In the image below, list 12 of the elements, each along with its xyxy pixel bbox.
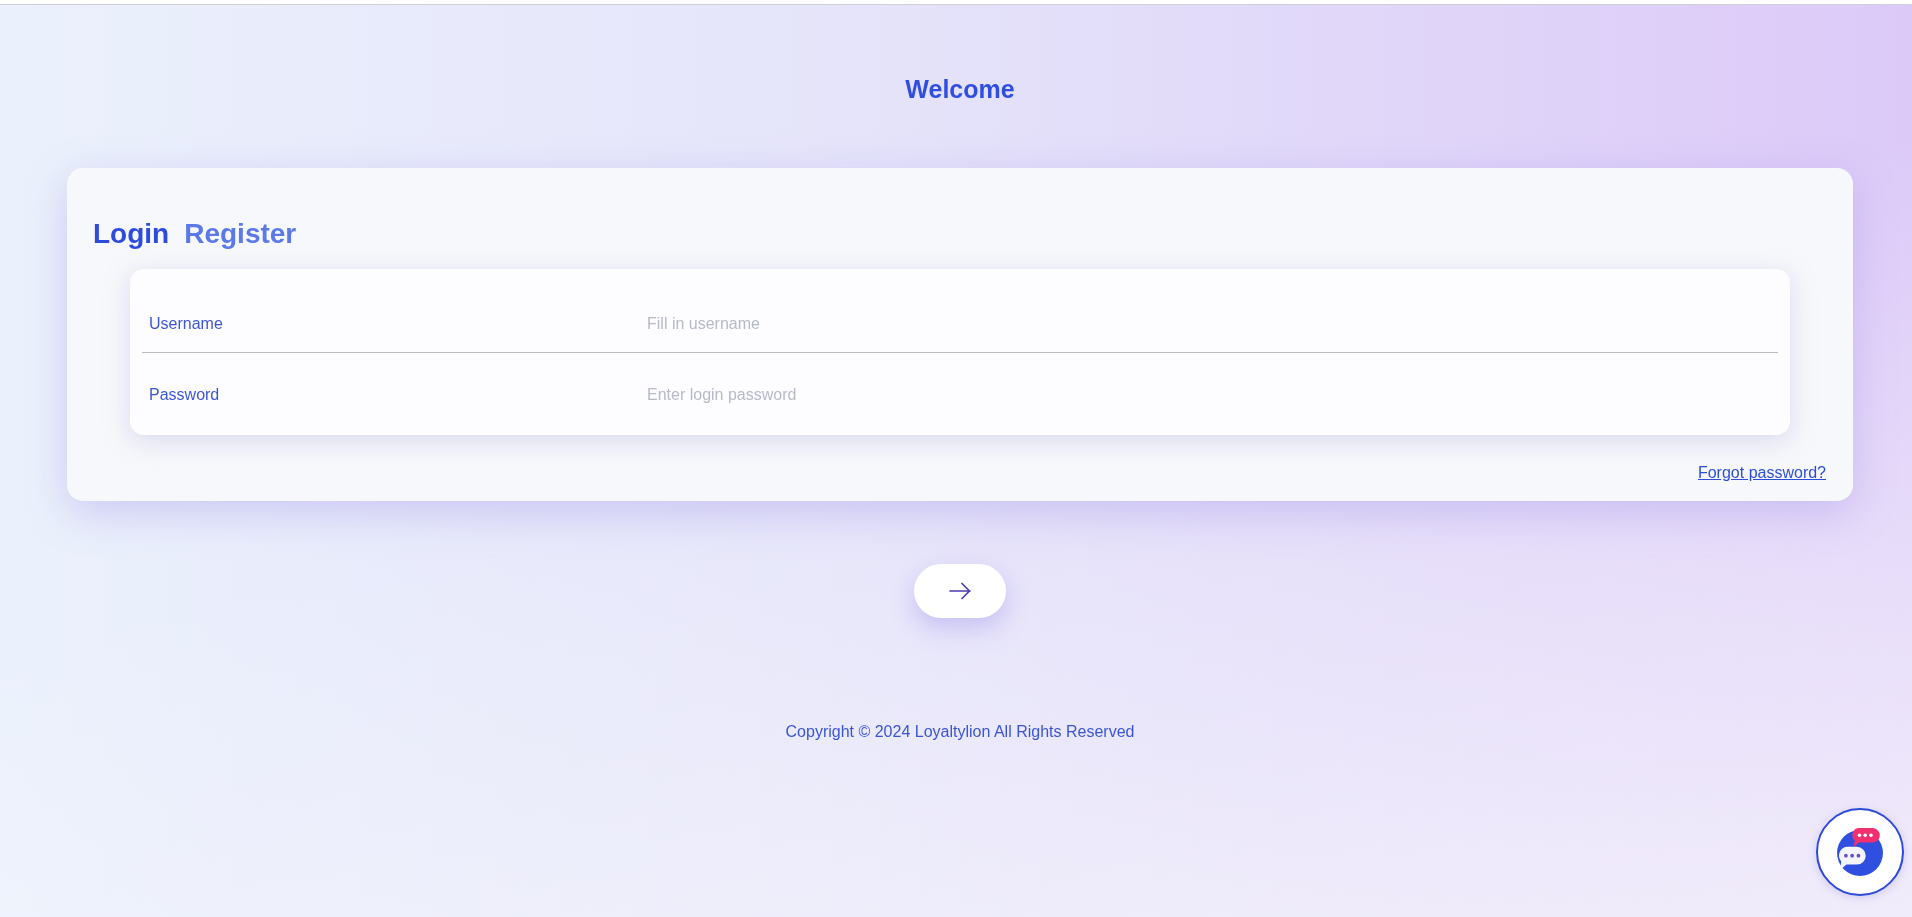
- chat-button[interactable]: [1816, 808, 1904, 896]
- welcome-heading: Welcome: [905, 74, 1015, 104]
- forgot-password-link[interactable]: Forgot password?: [1697, 463, 1826, 483]
- input-field[interactable]: Fill in username: [647, 312, 1778, 336]
- field-label: Password: [148, 385, 221, 405]
- tab[interactable]: Login: [93, 217, 170, 251]
- arrow-right-icon: [949, 582, 971, 600]
- chat-bubbles-icon: [1836, 828, 1884, 876]
- tab[interactable]: Register: [184, 217, 297, 251]
- field-label: Username: [148, 314, 224, 334]
- copyright-text: Copyright © 2024 Loyaltylion All Rights Reserved: [785, 722, 1135, 742]
- input-field[interactable]: Enter login password: [647, 383, 1778, 407]
